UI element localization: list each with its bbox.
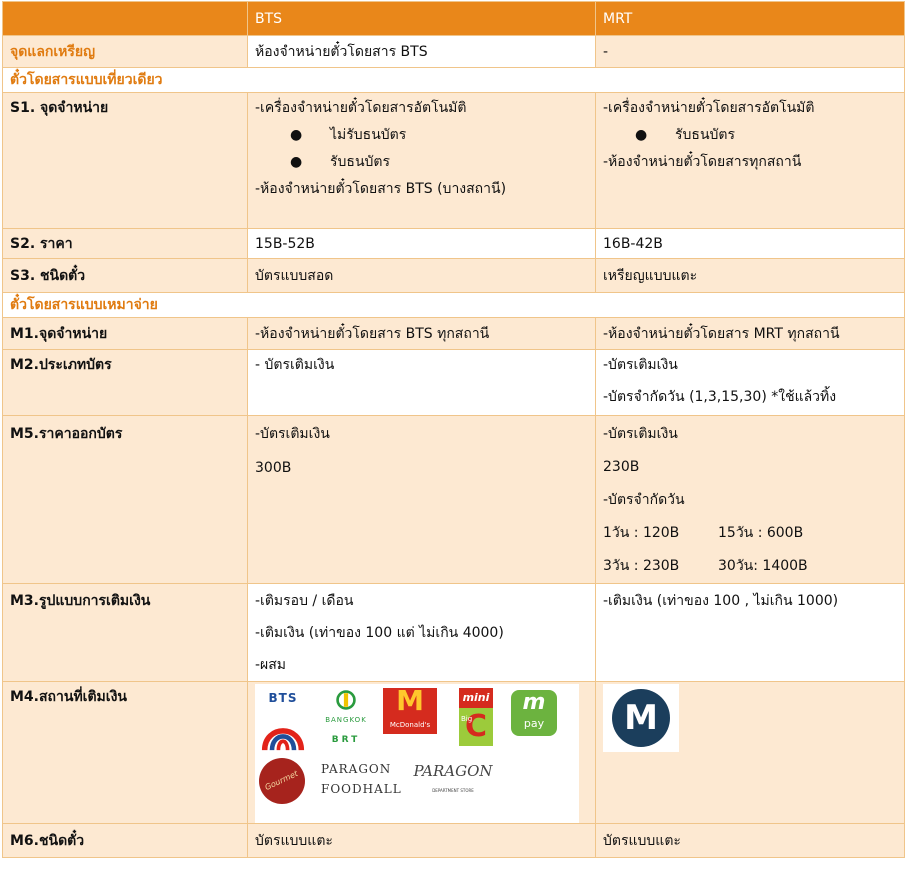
m5-bts-line1: -บัตรเติมเงิน [255, 426, 330, 442]
s1-row: S1. จุดจำหน่าย -เครื่องจำหน่ายตั๋วโดยสาร… [2, 92, 905, 229]
coin-exchange-row: จุดแลกเหรียญ ห้องจำหน่ายตั๋วโดยสาร BTS - [2, 35, 905, 68]
golden-arches-icon: M [396, 684, 424, 717]
s3-row: S3. ชนิดตั๋ว บัตรแบบสอด เหรียญแบบแตะ [2, 258, 905, 293]
s2-label: S2. ราคา [2, 228, 248, 259]
m4-mrt: M [595, 681, 905, 824]
m1-bts: -ห้องจำหน่ายตั๋วโดยสาร BTS ทุกสถานี [247, 317, 596, 350]
m5-label: M5.ราคาออกบัตร [2, 415, 248, 584]
s1-bts-bullet-1: ● ไม่รับธนบัตร [290, 127, 407, 143]
header-bts: BTS [247, 1, 596, 36]
mcdonalds-logo: M McDonald's [383, 684, 437, 734]
comparison-table: BTS MRT จุดแลกเหรียญ ห้องจำหน่ายตั๋วโดยส… [2, 1, 905, 858]
m3-row: M3.รูปแบบการเติมเงิน -เติมรอบ / เดือน -เ… [2, 583, 905, 682]
brt-circle-icon [336, 690, 356, 710]
m6-bts: บัตรแบบแตะ [247, 823, 596, 858]
bts-arch-icon [261, 728, 305, 751]
header-empty [2, 1, 248, 36]
m5-mrt-line2: 230B [603, 459, 640, 475]
m4-label: M4.สถานที่เติมเงิน [2, 681, 248, 824]
s3-mrt: เหรียญแบบแตะ [595, 258, 905, 293]
m4-row: M4.สถานที่เติมเงิน BTS BANGKOK BRT M McD… [2, 681, 905, 824]
coin-exchange-bts: ห้องจำหน่ายตั๋วโดยสาร BTS [247, 35, 596, 68]
m3-mrt: -เติมเงิน (เท่าของ 100 , ไม่เกิน 1000) [595, 583, 905, 682]
section-single-row: ตั๋วโดยสารแบบเที่ยวเดียว [2, 67, 905, 93]
s1-mrt-bullet-1: ● รับธนบัตร [635, 127, 736, 143]
s3-bts: บัตรแบบสอด [247, 258, 596, 293]
s1-bts-line1: -เครื่องจำหน่ายตั๋วโดยสารอัตโนมัติ [255, 100, 467, 116]
bts-logo: BTS [257, 688, 309, 752]
m2-bts: - บัตรเติมเงิน [247, 349, 596, 416]
m3-bts-line2: -เติมเงิน (เท่าของ 100 แต่ ไม่เกิน 4000) [255, 625, 504, 641]
m3-bts-line1: -เติมรอบ / เดือน [255, 593, 354, 609]
header-row: BTS MRT [2, 1, 905, 36]
m5-bts: -บัตรเติมเงิน 300B [247, 415, 596, 584]
mini-bigc-logo: mini Big C [455, 688, 497, 746]
s1-bts: -เครื่องจำหน่ายตั๋วโดยสารอัตโนมัติ ● ไม่ร… [247, 92, 596, 229]
section-single-title: ตั๋วโดยสารแบบเที่ยวเดียว [2, 67, 905, 93]
s1-label: S1. จุดจำหน่าย [2, 92, 248, 229]
m5-mrt: -บัตรเติมเงิน 230B -บัตรจำกัดวัน 1วัน : … [595, 415, 905, 584]
s2-row: S2. ราคา 15B-52B 16B-42B [2, 228, 905, 259]
s2-mrt: 16B-42B [595, 228, 905, 259]
m6-mrt: บัตรแบบแตะ [595, 823, 905, 858]
m5-mrt-line3: -บัตรจำกัดวัน [603, 492, 685, 508]
m2-mrt: -บัตรเติมเงิน -บัตรจำกัดวัน (1,3,15,30) … [595, 349, 905, 416]
mpay-m-icon: m [522, 690, 546, 715]
m5-bts-line2: 300B [255, 460, 292, 476]
section-pass-row: ตั๋วโดยสารแบบเหมาจ่าย [2, 292, 905, 318]
s1-bts-line2: -ห้องจำหน่ายตั๋วโดยสาร BTS (บางสถานี) [255, 181, 507, 197]
m2-mrt-line2: -บัตรจำกัดวัน (1,3,15,30) *ใช้แล้วทิ้ง [603, 389, 837, 405]
m5-row: M5.ราคาออกบัตร -บัตรเติมเงิน 300B -บัตรเ… [2, 415, 905, 584]
m1-mrt: -ห้องจำหน่ายตั๋วโดยสาร MRT ทุกสถานี [595, 317, 905, 350]
m2-row: M2.ประเภทบัตร - บัตรเติมเงิน -บัตรเติมเง… [2, 349, 905, 416]
m2-mrt-line1: -บัตรเติมเงิน [603, 357, 678, 373]
m3-bts: -เติมรอบ / เดือน -เติมเงิน (เท่าของ 100 … [247, 583, 596, 682]
m1-row: M1.จุดจำหน่าย -ห้องจำหน่ายตั๋วโดยสาร BTS… [2, 317, 905, 350]
brt-logo: BANGKOK BRT [321, 690, 371, 750]
m6-row: M6.ชนิดตั๋ว บัตรแบบแตะ บัตรแบบแตะ [2, 823, 905, 858]
s1-mrt: -เครื่องจำหน่ายตั๋วโดยสารอัตโนมัติ ● รับธ… [595, 92, 905, 229]
header-mrt: MRT [595, 1, 905, 36]
coin-exchange-mrt: - [595, 35, 905, 68]
paragon-department-store-logo: PARAGON DEPARTMENT STORE [413, 762, 493, 793]
mrt-logo: M [603, 684, 679, 752]
gourmet-market-logo: Gourmet [259, 758, 305, 804]
m5-mrt-line1: -บัตรเติมเงิน [603, 426, 678, 442]
mpay-logo: m pay [511, 690, 557, 736]
paragon-foodhall-logo: PARAGON FOODHALL [321, 762, 402, 796]
s1-mrt-line2: -ห้องจำหน่ายตั๋วโดยสารทุกสถานี [603, 154, 802, 170]
m3-bts-line3: -ผสม [255, 657, 287, 673]
bts-topup-logos: BTS BANGKOK BRT M McDonald's mini Big C … [255, 684, 579, 823]
m1-label: M1.จุดจำหน่าย [2, 317, 248, 350]
coin-exchange-label: จุดแลกเหรียญ [2, 35, 248, 68]
s3-label: S3. ชนิดตั๋ว [2, 258, 248, 293]
s1-bts-bullet-2: ● รับธนบัตร [290, 154, 391, 170]
m4-bts: BTS BANGKOK BRT M McDonald's mini Big C … [247, 681, 596, 824]
m5-mrt-rates-row1: 1วัน : 120B 15วัน : 600B [603, 525, 804, 541]
m3-label: M3.รูปแบบการเติมเงิน [2, 583, 248, 682]
s2-bts: 15B-52B [247, 228, 596, 259]
s1-mrt-line1: -เครื่องจำหน่ายตั๋วโดยสารอัตโนมัติ [603, 100, 815, 116]
m2-label: M2.ประเภทบัตร [2, 349, 248, 416]
m5-mrt-rates-row2: 3วัน : 230B 30วัน: 1400B [603, 558, 808, 574]
section-pass-title: ตั๋วโดยสารแบบเหมาจ่าย [2, 292, 905, 318]
m6-label: M6.ชนิดตั๋ว [2, 823, 248, 858]
